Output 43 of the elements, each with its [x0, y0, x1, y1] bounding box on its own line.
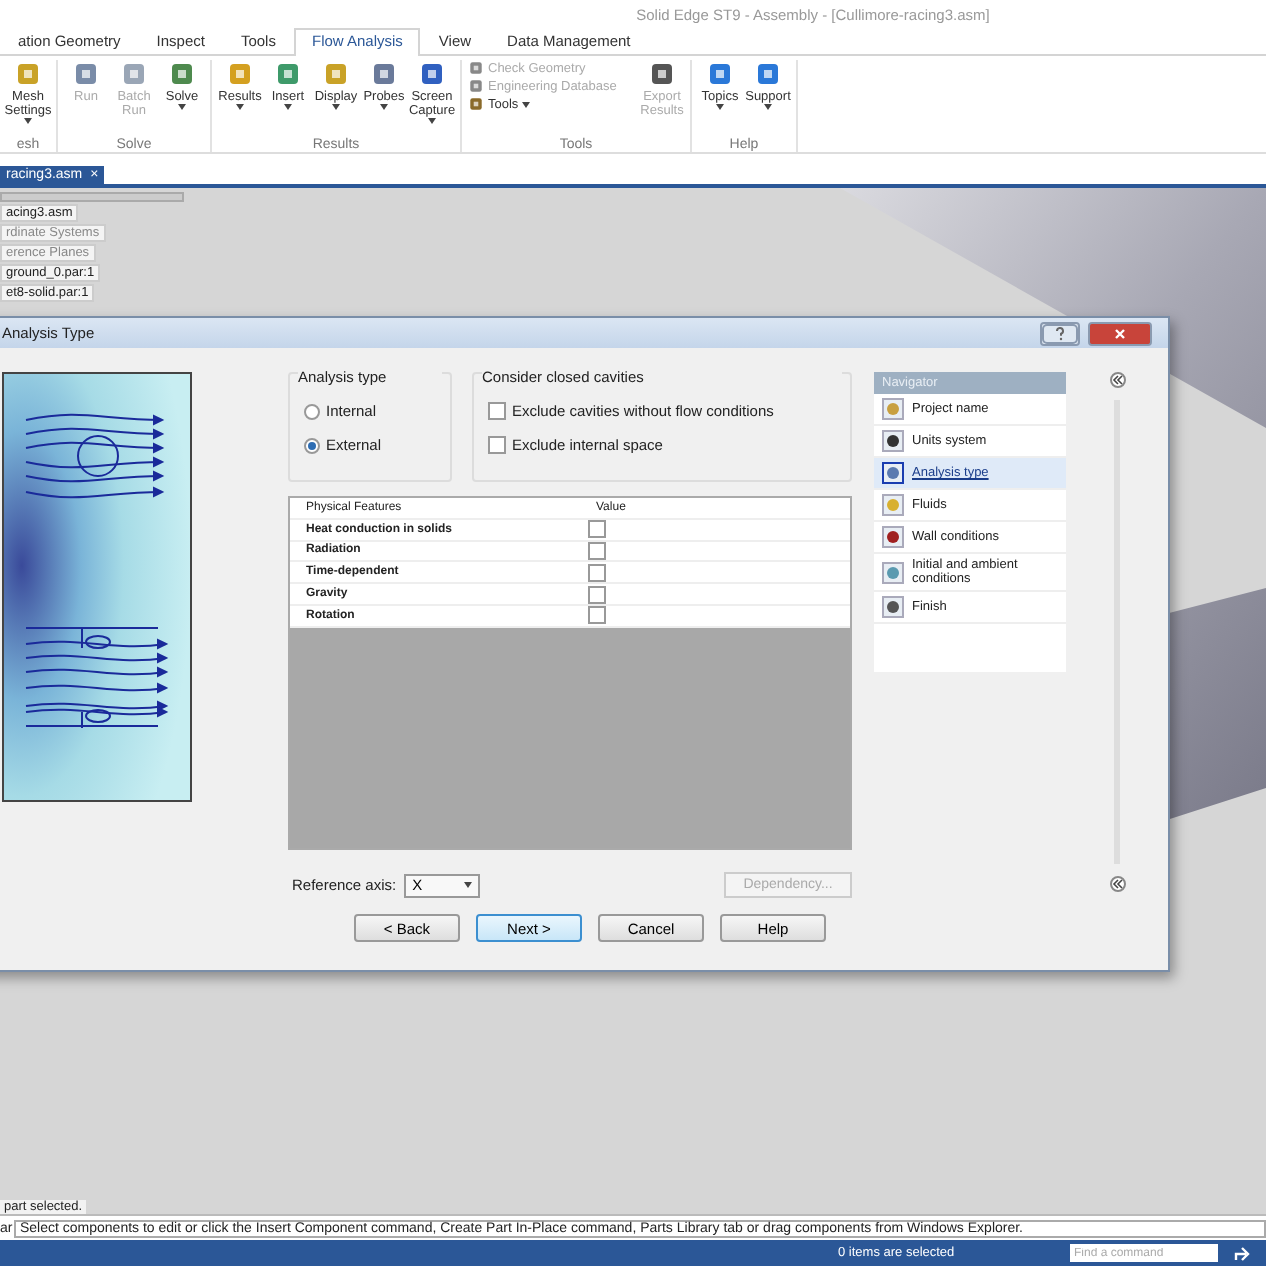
ribbon-tool-icon: [370, 60, 398, 88]
ribbon-tool-icon: [648, 60, 676, 88]
ribbon-tool-icon: [418, 60, 446, 88]
step-icon: [882, 596, 904, 618]
step-icon: [882, 561, 904, 583]
step-icon: [882, 462, 904, 484]
ribbon-tool-icon: [322, 60, 350, 88]
step-icon: [882, 430, 904, 452]
help-icon[interactable]: [1040, 321, 1080, 345]
ribbon-tool-icon: [72, 60, 100, 88]
caret-icon: [428, 118, 436, 124]
collapse-icon[interactable]: [1109, 372, 1125, 388]
checkbox[interactable]: [588, 585, 606, 604]
ribbon-tool-icon: [226, 60, 254, 88]
caret-icon: [284, 104, 292, 110]
ribbon-tool-icon: [754, 60, 782, 88]
caret-icon: [464, 882, 473, 888]
caret-icon: [764, 104, 772, 110]
step-icon: [882, 494, 904, 516]
step-icon: [882, 398, 904, 420]
checkbox[interactable]: [588, 520, 606, 539]
ribbon-tool-icon: [168, 60, 196, 88]
ribbon-tool-icon: [120, 60, 148, 88]
caret-icon: [332, 104, 340, 110]
caret-icon: [380, 104, 388, 110]
ribbon-tool-icon: [14, 60, 42, 88]
caret-icon: [236, 104, 244, 110]
close-icon[interactable]: [1088, 321, 1152, 345]
caret-icon: [716, 104, 724, 110]
ribbon-tool-icon: [706, 60, 734, 88]
ribbon-tool-icon: [274, 60, 302, 88]
caret-icon: [522, 101, 531, 107]
radio-button[interactable]: [304, 403, 320, 419]
radio-button[interactable]: [304, 437, 320, 453]
checkbox[interactable]: [488, 436, 506, 454]
collapse-icon[interactable]: [1109, 876, 1125, 892]
step-icon: [882, 526, 904, 548]
caret-icon: [24, 118, 32, 124]
checkbox[interactable]: [588, 563, 606, 582]
caret-icon: [178, 104, 186, 110]
checkbox[interactable]: [588, 606, 606, 625]
checkbox[interactable]: [488, 402, 506, 420]
arrow-icon[interactable]: [1234, 1245, 1252, 1261]
